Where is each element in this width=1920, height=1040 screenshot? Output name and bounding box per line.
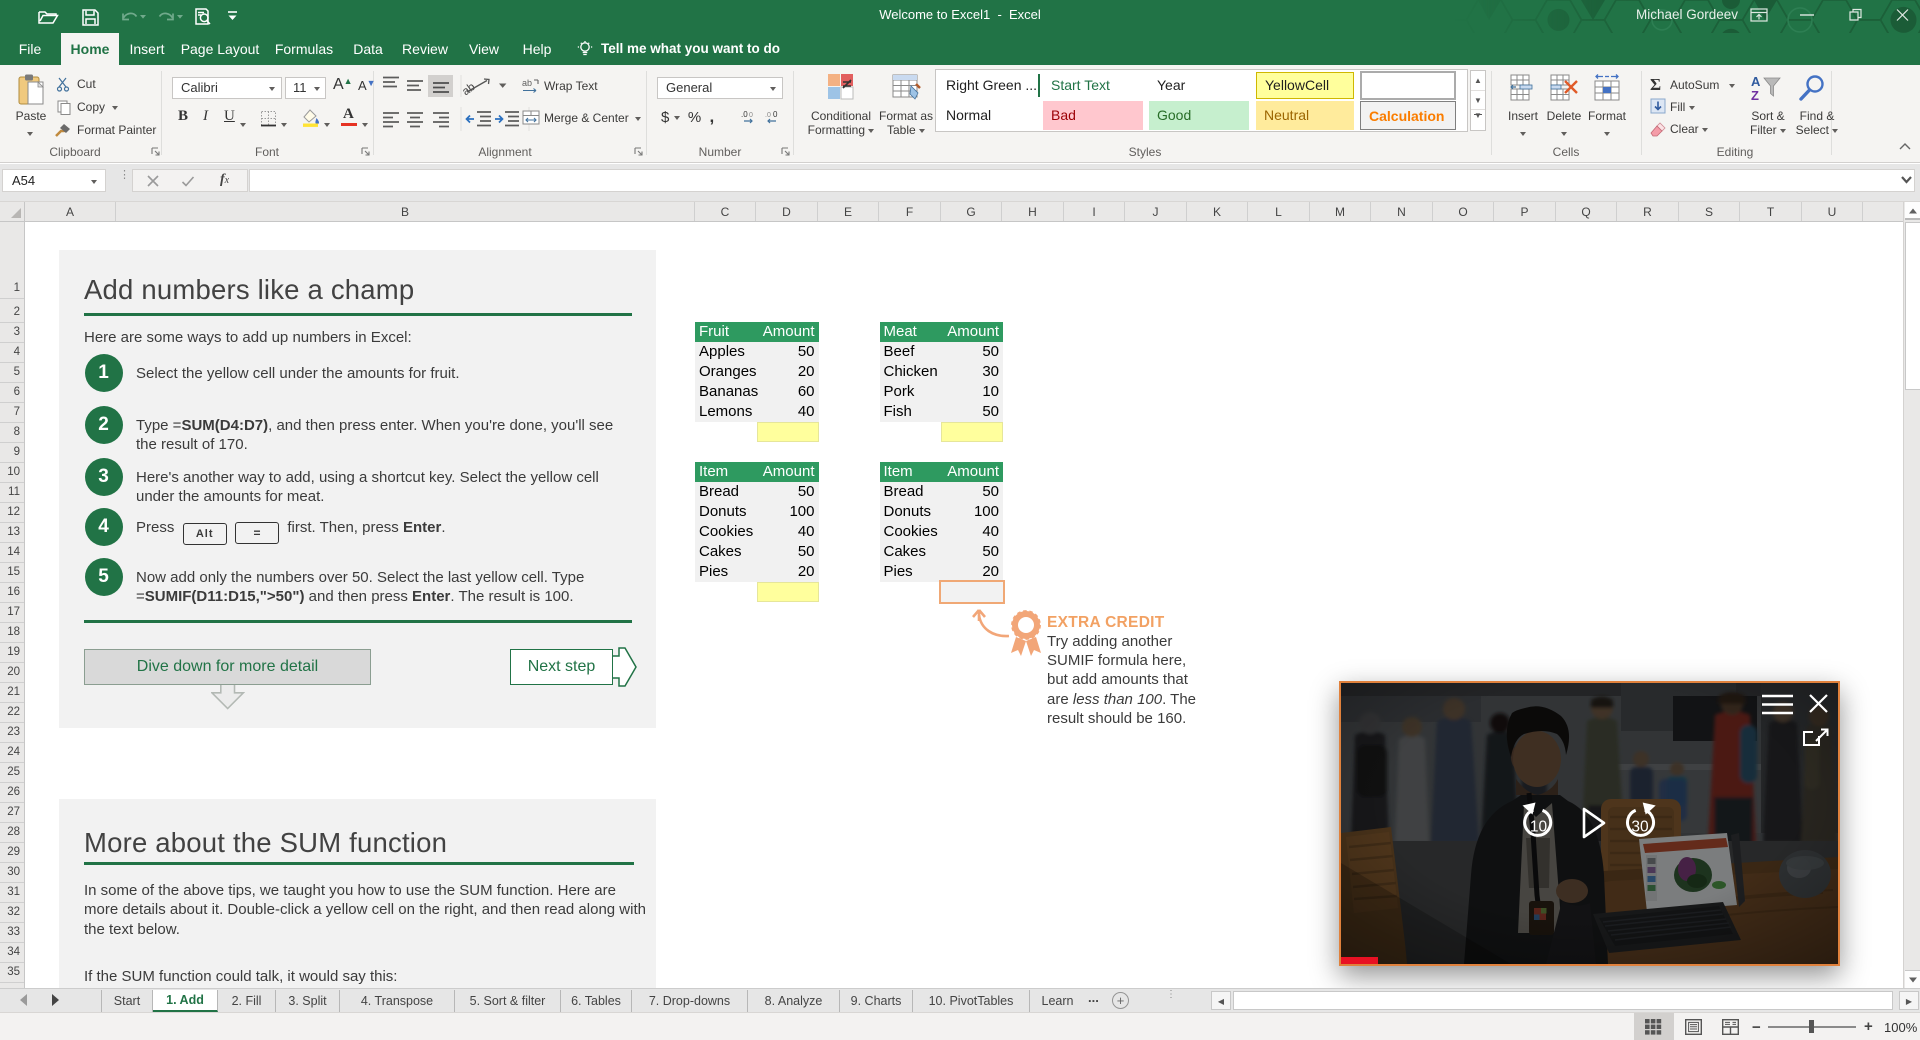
svg-text:ab: ab [522, 78, 532, 88]
svg-text:.0: .0 [765, 112, 771, 119]
svg-text:A: A [1751, 74, 1761, 89]
svg-text:10: 10 [1530, 819, 1548, 836]
svg-text:0: 0 [773, 110, 778, 119]
svg-text:30: 30 [1631, 819, 1649, 836]
svg-text:Z: Z [1751, 88, 1759, 103]
svg-text:.0: .0 [741, 110, 748, 119]
svg-text:0: 0 [749, 112, 753, 119]
svg-text:ab: ab [460, 81, 477, 98]
